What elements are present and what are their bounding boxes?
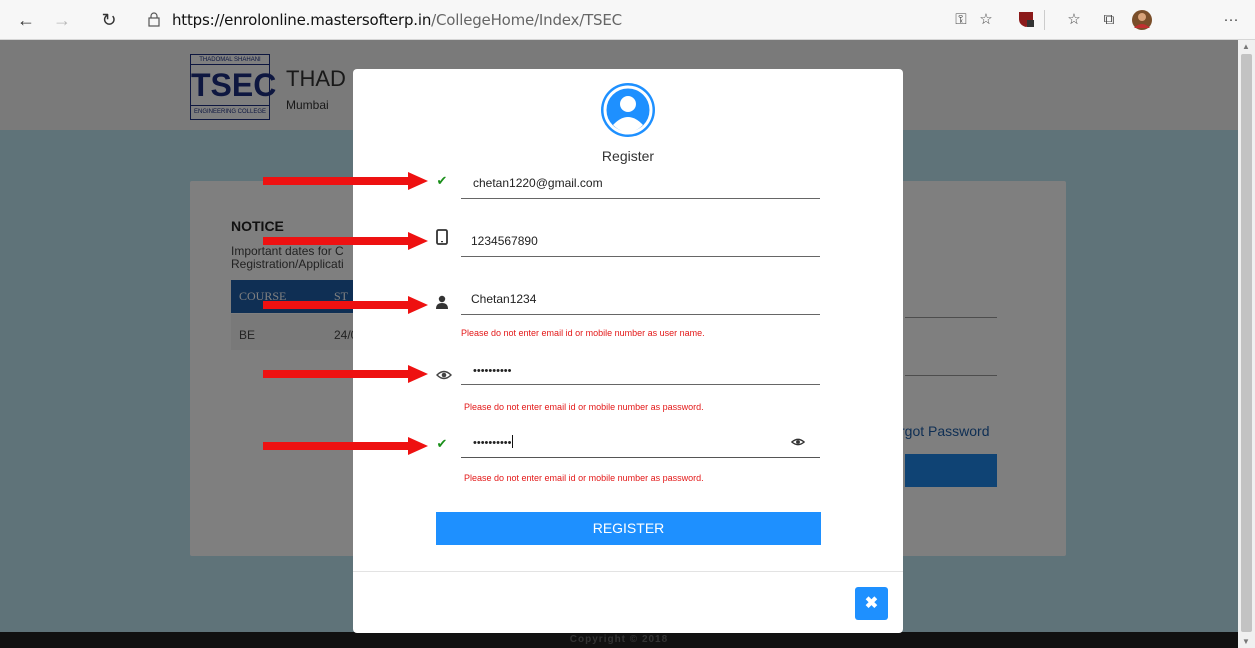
text-caret <box>511 435 513 448</box>
collections-icon[interactable]: ⧉ <box>1098 9 1120 31</box>
password-field[interactable]: •••••••••• <box>473 365 512 377</box>
eye-icon[interactable] <box>791 435 805 449</box>
address-bar[interactable]: https://enrolonline.mastersofterp.in/Col… <box>172 11 622 29</box>
password-field-underline <box>461 384 820 385</box>
annotation-arrow <box>263 172 428 190</box>
key-icon[interactable]: ⚿ <box>950 9 972 31</box>
confirm-password-field[interactable]: •••••••••• <box>473 435 513 449</box>
back-icon[interactable]: ← <box>14 8 38 32</box>
page-scrollbar[interactable]: ▲ ▼ <box>1238 40 1255 648</box>
eye-icon[interactable] <box>436 367 452 383</box>
email-field-underline <box>461 198 820 199</box>
confirm-password-value: •••••••••• <box>473 437 512 449</box>
username-field[interactable]: Chetan1234 <box>471 292 536 306</box>
register-modal: Register ✔ chetan1220@gmail.com 12345678… <box>353 69 903 633</box>
lock-icon <box>148 12 160 27</box>
mobile-icon <box>436 229 448 245</box>
username-field-underline <box>461 314 820 315</box>
annotation-arrow <box>263 296 428 314</box>
url-path: /CollegeHome/Index/TSEC <box>431 11 622 29</box>
browser-toolbar: ← → ↻ https://enrolonline.mastersofterp.… <box>0 0 1255 40</box>
user-icon <box>436 295 448 309</box>
password-error: Please do not enter email id or mobile n… <box>464 402 704 412</box>
favorites-icon[interactable]: ☆ <box>1063 9 1085 31</box>
toolbar-divider <box>1044 10 1045 30</box>
mobile-field-underline <box>461 256 820 257</box>
star-icon[interactable]: ☆ <box>975 9 997 31</box>
extension-icon[interactable] <box>1015 9 1037 31</box>
url-host: https://enrolonline.mastersofterp.in <box>172 11 432 29</box>
mobile-field[interactable]: 1234567890 <box>471 234 538 248</box>
profile-icon[interactable] <box>1131 9 1153 31</box>
forward-icon[interactable]: → <box>50 8 74 32</box>
confirm-password-error: Please do not enter email id or mobile n… <box>464 473 704 483</box>
username-error: Please do not enter email id or mobile n… <box>461 328 705 338</box>
check-icon: ✔ <box>436 173 448 188</box>
scroll-up-arrow[interactable]: ▲ <box>1242 42 1250 51</box>
confirm-password-underline <box>461 457 820 458</box>
more-menu-button[interactable]: ··· <box>1220 9 1242 31</box>
annotation-arrow <box>263 437 428 455</box>
avatar-icon <box>601 83 655 137</box>
modal-footer-divider <box>353 571 903 572</box>
refresh-icon[interactable]: ↻ <box>97 8 121 32</box>
annotation-arrow <box>263 232 428 250</box>
register-button[interactable]: REGISTER <box>436 512 821 545</box>
email-field[interactable]: chetan1220@gmail.com <box>473 176 603 190</box>
annotation-arrow <box>263 365 428 383</box>
close-icon[interactable]: ✖ <box>855 587 888 620</box>
scroll-down-arrow[interactable]: ▼ <box>1242 637 1250 646</box>
check-icon: ✔ <box>436 436 448 451</box>
register-title: Register <box>601 148 655 164</box>
scroll-thumb[interactable] <box>1241 54 1252 632</box>
